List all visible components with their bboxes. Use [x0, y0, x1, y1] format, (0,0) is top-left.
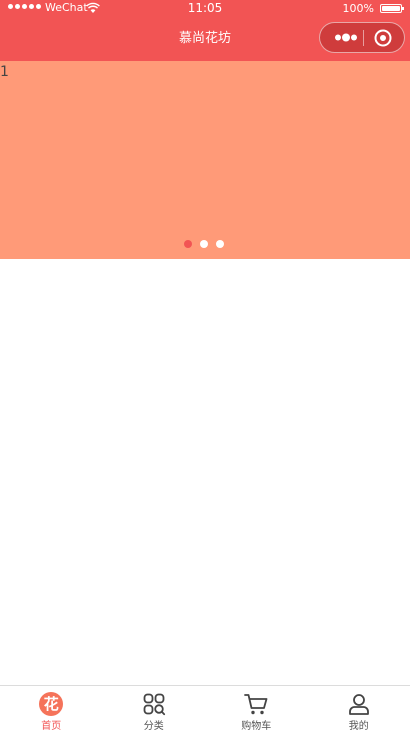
tab-bar: 花 首页 分类 购物车 我的: [0, 685, 410, 733]
battery-icon: [380, 4, 404, 13]
slide-label: 1: [0, 64, 9, 80]
more-options-icon[interactable]: [330, 23, 362, 52]
top-bar: WeChat 11:05 100% 慕尚花坊: [0, 0, 410, 61]
miniprogram-capsule: [319, 22, 405, 53]
tab-label: 首页: [41, 721, 62, 732]
swiper-dot[interactable]: [184, 240, 192, 248]
status-bar: WeChat 11:05 100%: [0, 0, 410, 18]
category-icon: [143, 693, 165, 716]
tab-cart[interactable]: 购物车: [205, 686, 308, 733]
tab-label: 分类: [143, 721, 164, 732]
user-icon: [348, 694, 369, 715]
tab-label: 我的: [348, 721, 369, 732]
battery-percentage: 100%: [342, 2, 374, 15]
tab-category[interactable]: 分类: [103, 686, 206, 733]
swiper-dot[interactable]: [200, 240, 208, 248]
tab-profile[interactable]: 我的: [308, 686, 410, 733]
cart-icon: [244, 694, 268, 715]
swiper-indicator: [184, 240, 224, 248]
capsule-divider: [363, 30, 364, 46]
tab-home[interactable]: 花 首页: [0, 686, 103, 733]
app-screen: WeChat 11:05 100% 慕尚花坊 1 花 首页 分类 购物车 我的: [0, 0, 410, 733]
banner-swiper[interactable]: 1: [0, 61, 410, 259]
swiper-dot[interactable]: [216, 240, 224, 248]
close-miniprogram-icon[interactable]: [373, 28, 393, 48]
tab-label: 购物车: [241, 721, 272, 732]
flower-logo-icon: 花: [38, 691, 64, 717]
